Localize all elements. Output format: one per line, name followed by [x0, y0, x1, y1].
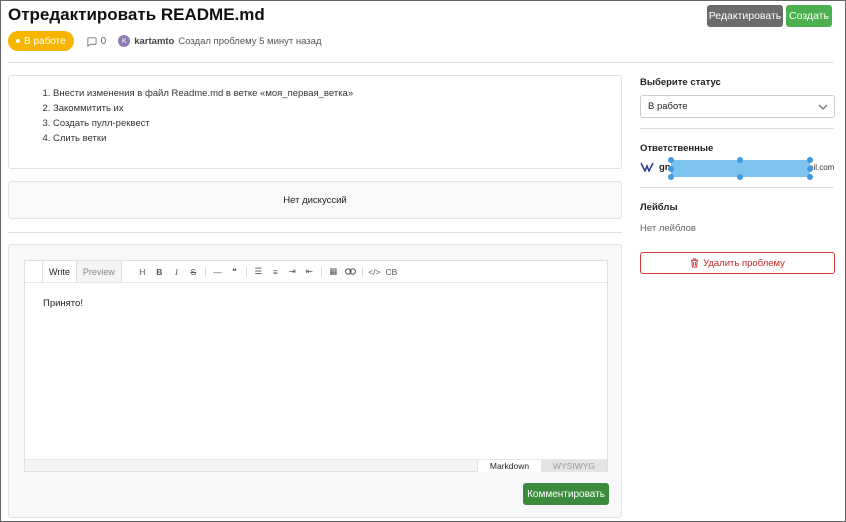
code-icon[interactable]: </>	[366, 264, 383, 280]
mode-markdown[interactable]: Markdown	[477, 460, 541, 472]
issue-description: Внести изменения в файл Readme.md в ветк…	[8, 75, 622, 169]
delete-issue-button[interactable]: Удалить проблему	[640, 252, 835, 274]
assignees-label: Ответственные	[640, 143, 714, 154]
selection-handle	[807, 166, 813, 172]
indent-icon[interactable]: ⇥	[284, 264, 301, 280]
outdent-icon[interactable]: ⇤	[301, 264, 318, 280]
toolbar-separator	[204, 266, 206, 277]
toolbar-separator	[361, 266, 363, 277]
link-glyph-icon	[344, 268, 356, 275]
section-divider	[8, 232, 622, 233]
issue-meta: В работе 0 K kartamto Создал проблему 5 …	[8, 30, 322, 52]
labels-empty: Нет лейблов	[640, 223, 696, 234]
horizontal-rule-icon[interactable]: —	[209, 264, 226, 280]
selection-handle	[737, 157, 743, 163]
status-badge-label: В работе	[24, 35, 66, 47]
status-select-label: Выберите статус	[640, 77, 721, 88]
comment-submit-button[interactable]: Комментировать	[523, 483, 609, 505]
description-list: Внести изменения в файл Readme.md в ветк…	[27, 86, 621, 146]
table-icon[interactable]: ▦	[325, 264, 342, 280]
formatting-tools: H B I S — ❝ ☰ ≡ ⇥ ⇤ ▦ </> CB	[134, 261, 400, 282]
status-badge: В работе	[8, 31, 74, 51]
markdown-editor: Write Preview H B I S — ❝ ☰ ≡ ⇥ ⇤ ▦ </> …	[24, 260, 608, 472]
toolbar-separator	[320, 266, 322, 277]
numbered-list-icon[interactable]: ≡	[267, 264, 284, 280]
editor-mode-bar: Markdown WYSIWYG	[25, 459, 607, 472]
page-title: Отредактировать README.md	[8, 5, 265, 24]
bold-icon[interactable]: B	[151, 264, 168, 280]
assignee-item[interactable]: gn ail.com	[640, 157, 836, 180]
chevron-down-icon	[818, 104, 828, 111]
tab-preview[interactable]: Preview	[76, 261, 122, 282]
comment-icon	[87, 36, 97, 47]
toolbar-separator	[245, 266, 247, 277]
quote-icon[interactable]: ❝	[226, 264, 243, 280]
selection-handle	[668, 157, 674, 163]
mode-wysiwyg[interactable]: WYSIWYG	[541, 460, 607, 472]
comment-count-value: 0	[100, 35, 107, 47]
selection-handle	[737, 174, 743, 180]
created-text: Создал проблему 5 минут назад	[178, 35, 322, 47]
selection-handle	[668, 166, 674, 172]
assignee-avatar-icon	[640, 162, 654, 172]
sidebar-divider	[640, 128, 834, 129]
code-block-icon[interactable]: CB	[383, 264, 400, 280]
status-dot-icon	[16, 39, 20, 43]
selection-handle	[807, 174, 813, 180]
link-icon[interactable]	[342, 264, 359, 280]
list-item: Внести изменения в файл Readme.md в ветк…	[53, 86, 621, 101]
header-divider	[8, 62, 834, 63]
bullet-list-icon[interactable]: ☰	[250, 264, 267, 280]
list-item: Закоммитить их	[53, 101, 621, 116]
comment-textarea[interactable]: Принято!	[43, 298, 83, 309]
italic-icon[interactable]: I	[168, 264, 185, 280]
sidebar-divider	[640, 187, 834, 188]
delete-issue-label: Удалить проблему	[703, 257, 785, 269]
author-name[interactable]: kartamto	[134, 36, 174, 47]
trash-icon	[690, 258, 699, 268]
status-select[interactable]: В работе	[640, 95, 835, 118]
edit-button[interactable]: Редактировать	[707, 5, 783, 27]
list-item: Слить ветки	[53, 131, 621, 146]
status-select-value: В работе	[648, 101, 688, 112]
selection-handle	[807, 157, 813, 163]
heading-icon[interactable]: H	[134, 264, 151, 280]
editor-toolbar: Write Preview H B I S — ❝ ☰ ≡ ⇥ ⇤ ▦ </> …	[25, 261, 607, 283]
selection-handle	[668, 174, 674, 180]
strikethrough-icon[interactable]: S	[185, 264, 202, 280]
tab-write[interactable]: Write	[42, 261, 77, 282]
comment-count: 0	[86, 35, 107, 47]
comment-form: Write Preview H B I S — ❝ ☰ ≡ ⇥ ⇤ ▦ </> …	[8, 244, 622, 518]
no-discussions: Нет дискуссий	[8, 181, 622, 219]
avatar: K	[118, 35, 131, 47]
labels-label: Лейблы	[640, 202, 678, 213]
create-button[interactable]: Создать	[786, 5, 832, 27]
list-item: Создать пулл-реквест	[53, 116, 621, 131]
author-info: K kartamto Создал проблему 5 минут назад	[118, 35, 322, 47]
